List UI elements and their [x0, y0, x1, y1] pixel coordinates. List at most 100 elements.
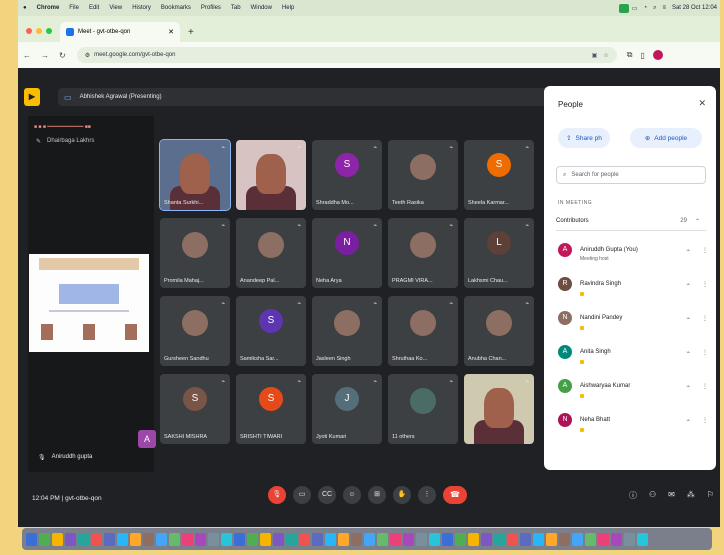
- participant-tile[interactable]: ⌁ S SAKSHI MISHRA: [160, 374, 230, 444]
- wifi-icon[interactable]: ◔: [643, 5, 647, 11]
- search-icon[interactable]: ⌕: [653, 5, 656, 12]
- dock-app-icon[interactable]: [195, 532, 206, 546]
- address-bar[interactable]: ⚙ meet.google.com/gvt-otbe-qon ▣ ☆: [76, 47, 617, 63]
- dock-app-icon[interactable]: [325, 532, 336, 546]
- dock-app-icon[interactable]: [585, 532, 596, 546]
- participant-tile[interactable]: ⌁: [236, 140, 306, 210]
- dock-app-icon[interactable]: [507, 532, 518, 546]
- dock-app-icon[interactable]: [182, 532, 193, 546]
- mic-toggle-icon[interactable]: 🎙: [268, 486, 286, 504]
- dock-app-icon[interactable]: [403, 532, 414, 546]
- dock-app-icon[interactable]: [364, 532, 375, 546]
- people-list-item[interactable]: A Anita Singh ⌁ ⋮: [558, 338, 708, 366]
- host-controls-icon[interactable]: ⚐: [707, 490, 714, 501]
- battery-icon[interactable]: ▭: [632, 5, 638, 12]
- menu-history[interactable]: History: [132, 5, 151, 11]
- mic-off-icon[interactable]: ⌁: [686, 315, 690, 322]
- add-people-button[interactable]: ⊕ Add people: [630, 128, 702, 148]
- menu-view[interactable]: View: [109, 5, 122, 11]
- dock-app-icon[interactable]: [390, 532, 401, 546]
- people-list-item[interactable]: N Neha Bhatt ⌁ ⋮: [558, 406, 708, 434]
- more-options-icon[interactable]: ⋮: [418, 486, 436, 504]
- dock-app-icon[interactable]: [221, 532, 232, 546]
- mic-off-icon[interactable]: ⌁: [686, 417, 690, 424]
- dock-app-icon[interactable]: [338, 532, 349, 546]
- back-icon[interactable]: ←: [23, 51, 31, 60]
- camera-toggle-icon[interactable]: ▭: [293, 486, 311, 504]
- participant-tile[interactable]: ⌁ L Lakhsmi Chau...: [464, 218, 534, 288]
- participant-tile[interactable]: ⌁ Promila Mahaj...: [160, 218, 230, 288]
- participant-tile[interactable]: ⌁: [464, 374, 534, 444]
- people-search-input[interactable]: ⌕ Search for people: [556, 166, 706, 184]
- dock-app-icon[interactable]: [143, 532, 154, 546]
- raise-hand-icon[interactable]: ✋: [393, 486, 411, 504]
- sidepanel-icon[interactable]: ▯: [640, 51, 644, 60]
- menu-file[interactable]: File: [69, 5, 79, 11]
- mic-off-icon[interactable]: ⌁: [686, 247, 690, 254]
- minimize-window-icon[interactable]: [36, 28, 42, 34]
- people-list-item[interactable]: R Ravindra Singh ⌁ ⋮: [558, 270, 708, 298]
- dock-app-icon[interactable]: [78, 532, 89, 546]
- camera-indicator-icon[interactable]: ▣: [592, 52, 598, 59]
- dock-app-icon[interactable]: [520, 532, 531, 546]
- dock-app-icon[interactable]: [481, 532, 492, 546]
- control-center-icon[interactable]: ≡: [662, 5, 666, 11]
- dock-app-icon[interactable]: [91, 532, 102, 546]
- participant-tile[interactable]: ⌁ S Samiksha Sar...: [236, 296, 306, 366]
- info-icon[interactable]: ⓘ: [629, 490, 637, 501]
- people-icon[interactable]: ⚇: [649, 490, 656, 501]
- chat-icon[interactable]: ✉: [668, 490, 675, 501]
- present-screen-icon[interactable]: ⊞: [368, 486, 386, 504]
- dock-app-icon[interactable]: [247, 532, 258, 546]
- more-options-icon[interactable]: ⋮: [702, 315, 708, 322]
- more-options-icon[interactable]: ⋮: [702, 349, 708, 356]
- participant-tile[interactable]: ⌁ Teeth Rasika: [388, 140, 458, 210]
- mic-off-icon[interactable]: ⌁: [686, 281, 690, 288]
- participant-tile[interactable]: ⌁ S Sheela Karmar...: [464, 140, 534, 210]
- dock-app-icon[interactable]: [611, 532, 622, 546]
- dock-app-icon[interactable]: [286, 532, 297, 546]
- dock-app-icon[interactable]: [468, 532, 479, 546]
- browser-tab[interactable]: Meet - gvt-otbe-qon ✕: [60, 22, 180, 42]
- close-tab-icon[interactable]: ✕: [168, 28, 174, 36]
- participant-tile[interactable]: ⌁ J Jyoti Kumari: [312, 374, 382, 444]
- dock-app-icon[interactable]: [351, 532, 362, 546]
- meet-status-icon[interactable]: [618, 3, 629, 13]
- dock-app-icon[interactable]: [494, 532, 505, 546]
- captions-icon[interactable]: CC: [318, 486, 336, 504]
- participant-tile[interactable]: ⌁ Anandeep Pal...: [236, 218, 306, 288]
- dock-app-icon[interactable]: [52, 532, 63, 546]
- dock-app-icon[interactable]: [429, 532, 440, 546]
- participant-tile[interactable]: ⌁ N Neha Arya: [312, 218, 382, 288]
- participant-tile[interactable]: ⌁ PRAGMI VIRA...: [388, 218, 458, 288]
- dock-app-icon[interactable]: [299, 532, 310, 546]
- end-call-button[interactable]: ☎: [443, 486, 467, 504]
- reactions-icon[interactable]: ☺: [343, 486, 361, 504]
- dock-app-icon[interactable]: [234, 532, 245, 546]
- menu-bookmarks[interactable]: Bookmarks: [161, 5, 191, 11]
- dock-app-icon[interactable]: [104, 532, 115, 546]
- chevron-up-icon[interactable]: ⌃: [695, 218, 700, 225]
- participant-tile[interactable]: ⌁ Jasleen Singh: [312, 296, 382, 366]
- share-button[interactable]: ⇪ Share ph: [558, 128, 610, 148]
- dock-app-icon[interactable]: [312, 532, 323, 546]
- site-info-icon[interactable]: ⚙: [85, 52, 90, 59]
- dock-app-icon[interactable]: [273, 532, 284, 546]
- bookmark-star-icon[interactable]: ☆: [603, 52, 608, 59]
- participant-tile[interactable]: ⌁ Gursheen Sandhu: [160, 296, 230, 366]
- dock-app-icon[interactable]: [533, 532, 544, 546]
- forward-icon[interactable]: →: [41, 51, 49, 60]
- menu-help[interactable]: Help: [282, 5, 294, 11]
- participant-tile[interactable]: ⌁ S SRISHTI TIWARI: [236, 374, 306, 444]
- reload-icon[interactable]: ↻: [59, 51, 66, 60]
- dock-app-icon[interactable]: [546, 532, 557, 546]
- close-icon[interactable]: ✕: [698, 98, 706, 109]
- presenting-banner[interactable]: ▭ Abhishek Agrawal (Presenting): [58, 88, 552, 106]
- profile-avatar[interactable]: [652, 50, 663, 60]
- dock-app-icon[interactable]: [416, 532, 427, 546]
- dock-app-icon[interactable]: [208, 532, 219, 546]
- dock-app-icon[interactable]: [559, 532, 570, 546]
- menu-edit[interactable]: Edit: [89, 5, 99, 11]
- dock-app-icon[interactable]: [65, 532, 76, 546]
- participant-tile[interactable]: ⌁ Shruthaa Ko...: [388, 296, 458, 366]
